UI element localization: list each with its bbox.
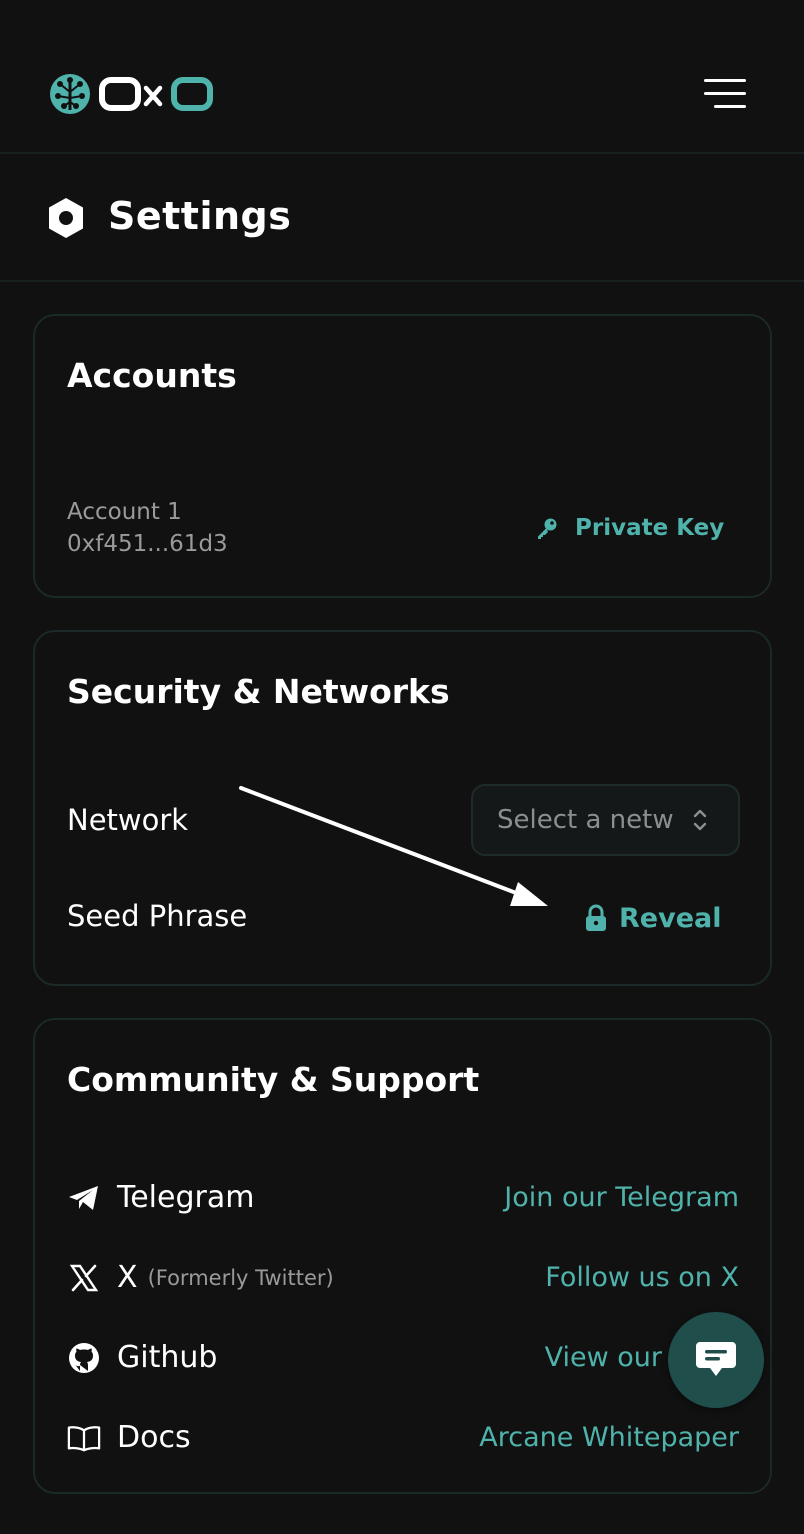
chat-icon — [696, 1342, 736, 1376]
reveal-label: Reveal — [619, 902, 722, 934]
app-header — [0, 0, 804, 154]
community-row-x: X (Formerly Twitter) Follow us on X — [67, 1256, 739, 1300]
private-key-button[interactable]: Private Key — [535, 510, 724, 546]
chevron-up-down-icon — [693, 809, 707, 831]
accounts-title: Accounts — [67, 356, 237, 395]
community-row-github: Github View our Gi — [67, 1336, 739, 1380]
hamburger-icon — [704, 79, 746, 82]
x-name: X — [117, 1260, 138, 1295]
whitepaper-link[interactable]: Arcane Whitepaper — [479, 1416, 739, 1460]
brain-logo-icon — [50, 74, 213, 114]
community-support-card: Community & Support Telegram Join our Te… — [33, 1018, 772, 1494]
account-name: Account 1 — [67, 499, 182, 525]
community-title: Community & Support — [67, 1060, 480, 1099]
seed-phrase-label: Seed Phrase — [67, 899, 248, 933]
join-telegram-link[interactable]: Join our Telegram — [504, 1176, 739, 1220]
reveal-seed-button[interactable]: Reveal — [585, 898, 722, 938]
telegram-icon — [67, 1181, 101, 1215]
security-networks-card: Security & Networks Network Select a net… — [33, 630, 772, 986]
lock-icon — [586, 904, 606, 931]
x-formerly-twitter: (Formerly Twitter) — [147, 1266, 334, 1290]
network-select[interactable]: Select a netw — [471, 784, 740, 856]
account-address: 0xf451...61d3 — [67, 531, 228, 557]
settings-page: Settings Accounts Account 1 0xf451...61d… — [0, 0, 804, 1534]
key-icon — [538, 518, 557, 539]
security-title: Security & Networks — [67, 672, 450, 711]
book-icon — [67, 1421, 101, 1455]
github-icon — [67, 1341, 101, 1375]
accounts-card: Accounts Account 1 0xf451...61d3 Private… — [33, 314, 772, 598]
network-select-value: Select a netw — [497, 805, 674, 835]
private-key-label: Private Key — [575, 515, 725, 541]
network-label: Network — [67, 803, 189, 837]
telegram-name: Telegram — [117, 1180, 255, 1215]
hamburger-line — [704, 92, 746, 95]
hamburger-line — [714, 105, 746, 108]
chat-support-button[interactable] — [668, 1312, 764, 1408]
oxo-logo[interactable] — [46, 70, 214, 118]
page-title: Settings — [108, 194, 292, 238]
follow-x-link[interactable]: Follow us on X — [545, 1256, 739, 1300]
hamburger-menu-button[interactable] — [700, 76, 746, 112]
hexagon-settings-icon — [49, 198, 83, 238]
community-row-telegram: Telegram Join our Telegram — [67, 1176, 739, 1220]
github-name: Github — [117, 1340, 218, 1375]
docs-name: Docs — [117, 1420, 191, 1455]
x-icon — [67, 1261, 101, 1295]
community-row-docs: Docs Arcane Whitepaper — [67, 1416, 739, 1460]
